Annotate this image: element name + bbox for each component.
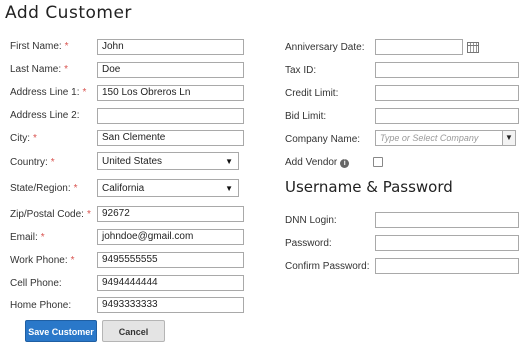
home-phone-input[interactable]: 9493333333 xyxy=(97,297,244,313)
state-label-text: State/Region: xyxy=(10,183,71,194)
state-label: State/Region: * xyxy=(10,183,78,194)
required-marker: * xyxy=(40,232,45,243)
confirm-password-input[interactable] xyxy=(375,258,519,274)
company-placeholder: Type or Select Company xyxy=(380,133,479,143)
first-name-label: First Name: * xyxy=(10,41,69,52)
page-title: Add Customer xyxy=(5,3,132,23)
dnn-login-input[interactable] xyxy=(375,212,519,228)
address1-label-text: Address Line 1: xyxy=(10,87,80,98)
anniversary-date-input[interactable] xyxy=(375,39,463,55)
required-marker: * xyxy=(70,255,75,266)
last-name-input[interactable]: Doe xyxy=(97,62,244,78)
required-marker: * xyxy=(86,209,91,220)
zip-label-text: Zip/Postal Code: xyxy=(10,209,84,220)
country-label-text: Country: xyxy=(10,157,48,168)
anniversary-date-label: Anniversary Date: xyxy=(285,42,365,53)
state-selected-value: California xyxy=(102,183,145,194)
zip-label: Zip/Postal Code: * xyxy=(10,209,91,220)
address1-label: Address Line 1: * xyxy=(10,87,86,98)
username-password-heading: Username & Password xyxy=(285,178,453,196)
credit-limit-label: Credit Limit: xyxy=(285,88,339,99)
password-label: Password: xyxy=(285,238,332,249)
chevron-down-icon: ▼ xyxy=(225,184,233,193)
dnn-login-label: DNN Login: xyxy=(285,215,337,226)
required-marker: * xyxy=(64,41,69,52)
address2-input[interactable] xyxy=(97,108,244,124)
last-name-label: Last Name: * xyxy=(10,64,68,75)
company-combobox[interactable]: Type or Select Company ▼ xyxy=(375,130,516,146)
add-vendor-checkbox[interactable] xyxy=(373,157,383,167)
required-marker: * xyxy=(64,64,69,75)
work-phone-label-text: Work Phone: xyxy=(10,255,68,266)
bid-limit-input[interactable] xyxy=(375,108,519,124)
address2-label: Address Line 2: xyxy=(10,110,80,121)
save-customer-button[interactable]: Save Customer xyxy=(25,320,97,342)
email-label: Email: * xyxy=(10,232,45,243)
chevron-down-icon: ▼ xyxy=(225,157,233,166)
email-label-text: Email: xyxy=(10,232,38,243)
cell-phone-input[interactable]: 9494444444 xyxy=(97,275,244,291)
last-name-label-text: Last Name: xyxy=(10,64,62,75)
cancel-button[interactable]: Cancel xyxy=(102,320,165,342)
required-marker: * xyxy=(73,183,78,194)
tax-id-input[interactable] xyxy=(375,62,519,78)
credit-limit-input[interactable] xyxy=(375,85,519,101)
calendar-icon[interactable] xyxy=(467,42,479,53)
first-name-label-text: First Name: xyxy=(10,41,62,52)
first-name-input[interactable]: John xyxy=(97,39,244,55)
country-label: Country: * xyxy=(10,157,55,168)
cell-phone-label: Cell Phone: xyxy=(10,278,62,289)
add-vendor-label-text: Add Vendor xyxy=(285,157,338,168)
email-input[interactable]: johndoe@gmail.com xyxy=(97,229,244,245)
country-selected-value: United States xyxy=(102,156,163,167)
tax-id-label: Tax ID: xyxy=(285,65,317,76)
required-marker: * xyxy=(82,87,87,98)
add-vendor-label: Add Vendor i xyxy=(285,157,350,168)
city-label: City: * xyxy=(10,133,37,144)
company-name-label: Company Name: xyxy=(285,134,361,145)
address1-input[interactable]: 150 Los Obreros Ln xyxy=(97,85,244,101)
home-phone-label: Home Phone: xyxy=(10,300,72,311)
info-icon[interactable]: i xyxy=(340,159,350,168)
country-select[interactable]: United States ▼ xyxy=(97,152,239,170)
password-input[interactable] xyxy=(375,235,519,251)
confirm-password-label: Confirm Password: xyxy=(285,261,370,272)
required-marker: * xyxy=(50,157,55,168)
city-label-text: City: xyxy=(10,133,30,144)
work-phone-label: Work Phone: * xyxy=(10,255,75,266)
state-select[interactable]: California ▼ xyxy=(97,179,239,197)
chevron-down-icon[interactable]: ▼ xyxy=(502,131,515,145)
work-phone-input[interactable]: 9495555555 xyxy=(97,252,244,268)
city-input[interactable]: San Clemente xyxy=(97,130,244,146)
bid-limit-label: Bid Limit: xyxy=(285,111,327,122)
required-marker: * xyxy=(33,133,37,144)
zip-input[interactable]: 92672 xyxy=(97,206,244,222)
